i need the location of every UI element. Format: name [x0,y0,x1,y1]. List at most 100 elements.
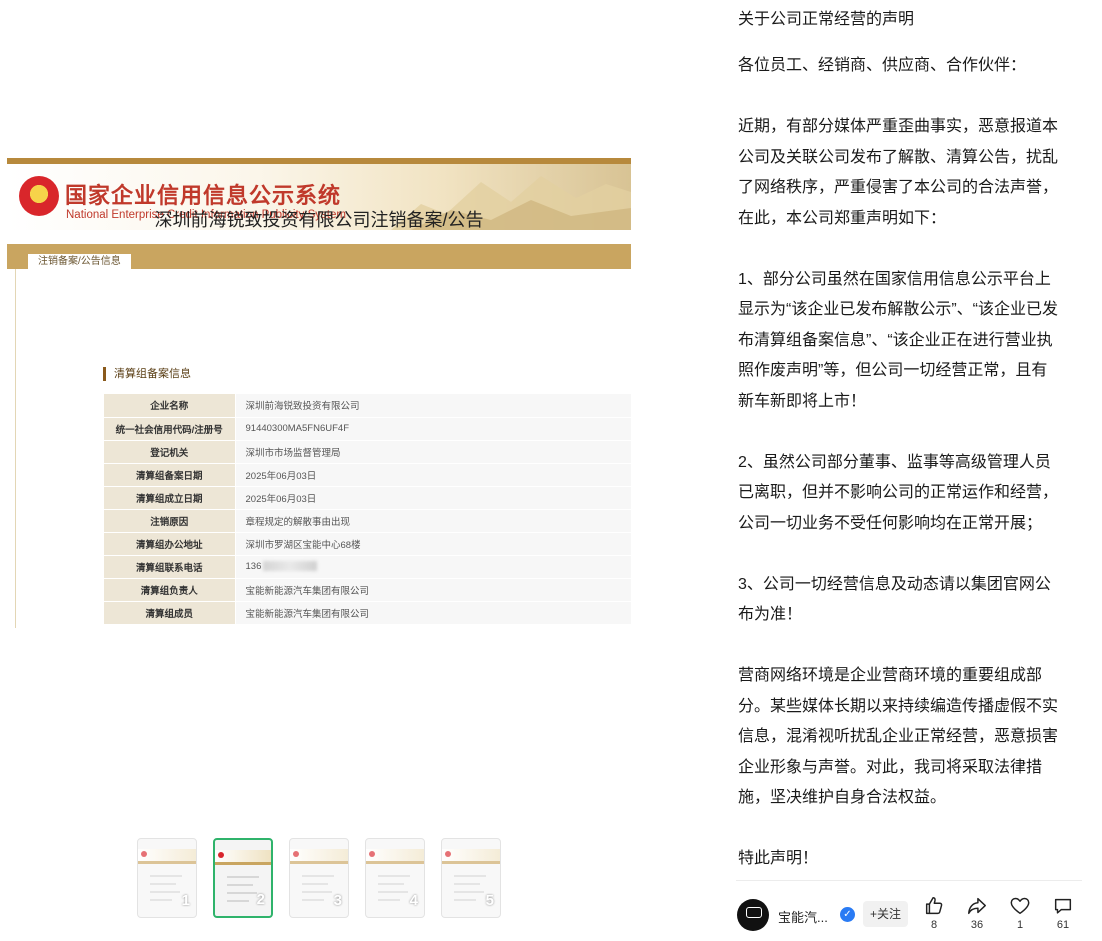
notice-title: 深圳前海锐致投资有限公司注销备案/公告 [154,210,484,230]
row-value-text: 2025年06月03日 [245,470,317,482]
row-key: 登记机关 [104,440,235,464]
post-line: 分。某些媒体长期以来持续编造传播虚假不实 [738,697,1059,715]
thumbnail-5[interactable]: 5 [441,838,501,918]
post-line: 各位员工、经销商、供应商、合作伙伴： [738,57,1027,74]
row-value: 宝能新能源汽车集团有限公司 [234,578,631,602]
row-key: 清算组联系电话 [104,555,235,579]
table-row: 注销原因 章程规定的解散事由出现 [104,509,631,533]
thumbnail-number: 5 [485,892,494,909]
row-key: 清算组办公地址 [104,532,235,556]
post-line: 了网络秩序，严重侵害了本公司的合法声誉， [738,179,1059,196]
post-line: 布为准！ [738,606,803,623]
thumbnail-2[interactable]: 2 [213,838,273,918]
post-line: 公司一切业务不受任何影响均在正常开展； [738,514,1043,532]
row-value-text: 深圳市市场监督管理局 [245,447,341,459]
favorite-count: 1 [1016,919,1024,931]
table-row: 清算组联系电话 136 [104,555,631,579]
row-value: 深圳前海锐致投资有限公司 [234,394,631,418]
comment-button[interactable]: 61 [1048,895,1078,931]
row-value-text: 深圳前海锐致投资有限公司 [245,401,360,413]
comment-count: 61 [1056,919,1070,931]
like-button[interactable]: 8 [919,895,949,931]
thumbnail-4[interactable]: 4 [365,838,425,918]
thumbnail-preview-line [227,900,249,902]
thumbnail-preview-bar [215,862,271,865]
table-row: 企业名称 深圳前海锐致投资有限公司 [104,394,631,418]
favorite-button[interactable]: 1 [1005,895,1035,931]
row-value: 深圳市市场监督管理局 [234,440,631,464]
heart-icon [1010,897,1030,915]
thumbnail-number: 1 [181,892,190,909]
row-key: 清算组备案日期 [104,463,235,487]
row-value-text: 宝能新能源汽车集团有限公司 [245,608,370,620]
row-value: 136 [234,555,631,579]
share-button[interactable]: 36 [962,895,992,931]
info-table: 企业名称 深圳前海锐致投资有限公司 统一社会信用代码/注册号 91440300MA5F… [104,394,631,625]
post-line: 特此声明！ [738,850,819,867]
row-value-text: 136 [245,561,262,572]
row-value-text: 章程规定的解散事由出现 [245,516,351,528]
post-text-pane: 关于公司正常经营的声明 各位员工、经销商、供应商、合作伙伴： 近期，有部分媒体严重… [738,0,1090,880]
row-value: 章程规定的解散事由出现 [234,509,631,533]
thumbnail-number: 2 [256,891,265,908]
thumbnail-number: 3 [333,892,342,909]
post-line: 显示为“该企业已发布解散公示”、“该企业已发 [738,301,1058,318]
brand-logo-icon[interactable] [737,899,769,931]
table-row: 清算组负责人 宝能新能源汽车集团有限公司 [104,578,631,602]
post-line: 2、虽然公司部分董事、监事等高级管理人员 [738,453,1051,471]
table-row: 登记机关 深圳市市场监督管理局 [104,440,631,464]
row-key: 清算组负责人 [104,578,235,602]
thumbnail-3[interactable]: 3 [289,838,349,918]
post-line: 3、公司一切经营信息及动态请以集团官网公 [738,575,1051,593]
row-value-text: 91440300MA5FN6UF4F [245,423,350,434]
main-image[interactable]: 国家企业信用信息公示系统 National Enterprise Credit … [7,158,631,628]
post-line: 新车新即将上市！ [738,392,867,410]
post-line: 已离职，但并不影响公司的正常运作和经营， [738,484,1059,501]
thumbnail-number: 4 [409,892,418,909]
row-value-text: 2025年06月03日 [245,493,317,505]
row-value-text: 深圳市罗湖区宝能中心68楼 [245,539,361,551]
post-line: 信息，混淆视听扰乱企业正常经营，恶意损害 [738,728,1059,745]
post-footer: 宝能汽... ✓ +关注 8 36 1 61 [736,880,1082,941]
like-count: 8 [930,919,938,931]
post-line: 近期，有部分媒体严重歪曲事实，恶意报道本 [738,118,1059,135]
table-row: 清算组备案日期 2025年06月03日 [104,463,631,487]
table-row: 清算组成立日期 2025年06月03日 [104,486,631,510]
author-name[interactable]: 宝能汽... [778,907,828,926]
row-value: 91440300MA5FN6UF4F [234,417,631,441]
thumbnail-preview-line [227,884,253,886]
row-key: 清算组成员 [104,601,235,625]
post-line: 在此，本公司郑重声明如下： [738,209,947,227]
row-value-text: 宝能新能源汽车集团有限公司 [245,585,370,597]
row-key: 企业名称 [104,394,235,418]
post-body: 各位员工、经销商、供应商、合作伙伴： 近期，有部分媒体严重歪曲事实，恶意报道本 公司… [738,51,1090,875]
post-line: 布清算组备案信息”、“该企业正在进行营业执 [738,331,1053,349]
post-line: 1、部分公司虽然在国家信用信息公示平台上 [738,270,1051,288]
thumbnail-preview-line [227,876,259,878]
row-value: 深圳市罗湖区宝能中心68楼 [234,532,631,556]
row-key: 清算组成立日期 [104,486,235,510]
thumbnail-1[interactable]: 1 [137,838,197,918]
post-line: 企业形象与声誉。对此，我司将采取法律措 [738,758,1043,776]
post-title: 关于公司正常经营的声明 [738,11,915,28]
verified-badge-icon: ✓ [840,907,855,922]
post-line: 公司及关联公司发布了解散、清算公告，扰乱 [738,148,1059,166]
table-row: 清算组成员 宝能新能源汽车集团有限公司 [104,601,631,625]
thumbnail-emblem-icon [218,852,224,858]
post-line: 照作废声明”等，但公司一切经营正常，且有 [738,362,1048,379]
follow-button[interactable]: +关注 [863,901,909,927]
comment-bubble-icon [1054,898,1072,914]
table-row: 统一社会信用代码/注册号 91440300MA5FN6UF4F [104,417,631,441]
gov-tab-deregistration: 注销备案/公告信息 [27,253,132,270]
post-line: 施，坚决维护自身合法权益。 [738,789,947,806]
share-arrow-icon [968,897,986,915]
row-value: 2025年06月03日 [234,486,631,510]
section-label: 清算组备案信息 [103,367,191,381]
post-line: 营商网络环境是企业营商环境的重要组成部 [738,667,1043,684]
